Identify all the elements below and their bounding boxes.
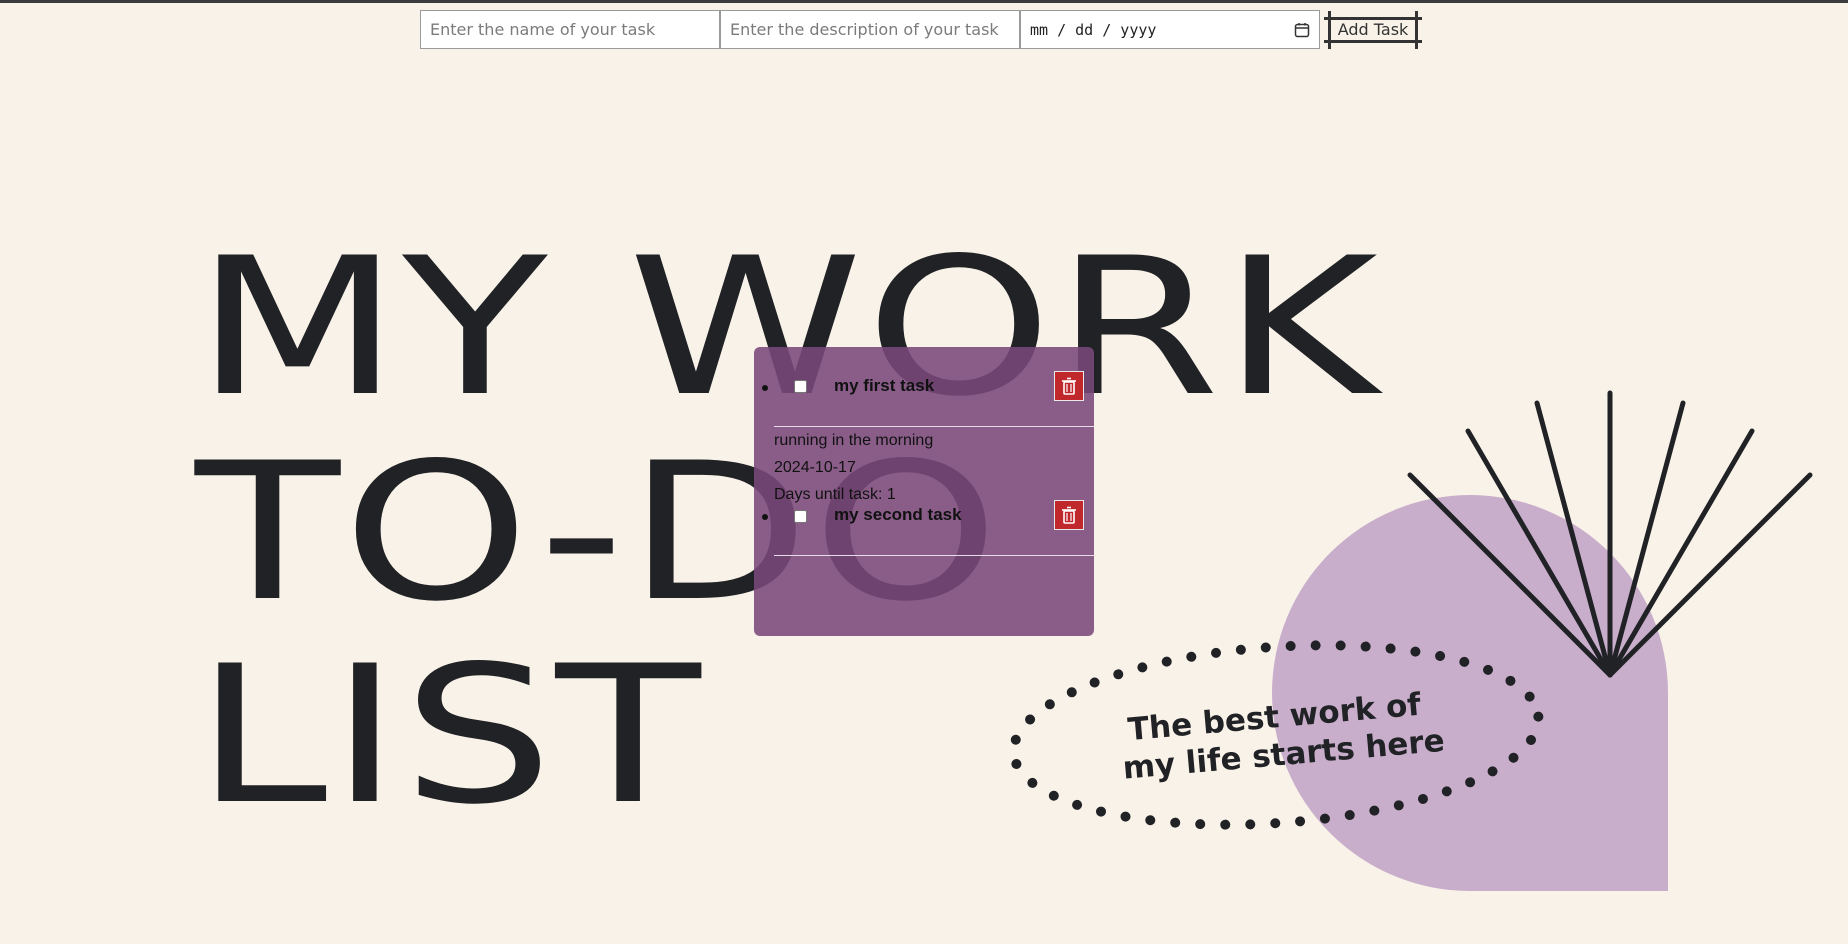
- task-separator: [774, 426, 1094, 427]
- task-item: my first task running in the morning 202…: [754, 347, 1094, 508]
- task-list-panel: my first task running in the morning 202…: [754, 347, 1094, 636]
- task-description: running in the morning: [774, 432, 934, 449]
- task-list: my first task running in the morning 202…: [754, 347, 1094, 594]
- delete-task-button[interactable]: [1054, 371, 1084, 401]
- task-checkbox[interactable]: [794, 380, 807, 393]
- task-checkbox[interactable]: [794, 510, 807, 523]
- task-separator: [774, 555, 1094, 556]
- task-name: my second task: [834, 505, 962, 524]
- task-item: my second task: [754, 500, 1094, 594]
- task-name: my first task: [834, 376, 935, 395]
- delete-task-button[interactable]: [1054, 500, 1084, 530]
- task-details: running in the morning 2024-10-17 Days u…: [754, 427, 1094, 508]
- task-days-until: Days until task: 1: [774, 486, 896, 503]
- add-task-label: Add Task: [1337, 20, 1409, 39]
- trash-icon: [1062, 506, 1076, 524]
- list-bullet: [762, 385, 768, 391]
- add-task-button[interactable]: Add Task: [1324, 10, 1422, 49]
- task-date: 2024-10-17: [774, 459, 856, 476]
- trash-icon: [1062, 377, 1076, 395]
- list-bullet: [762, 514, 768, 520]
